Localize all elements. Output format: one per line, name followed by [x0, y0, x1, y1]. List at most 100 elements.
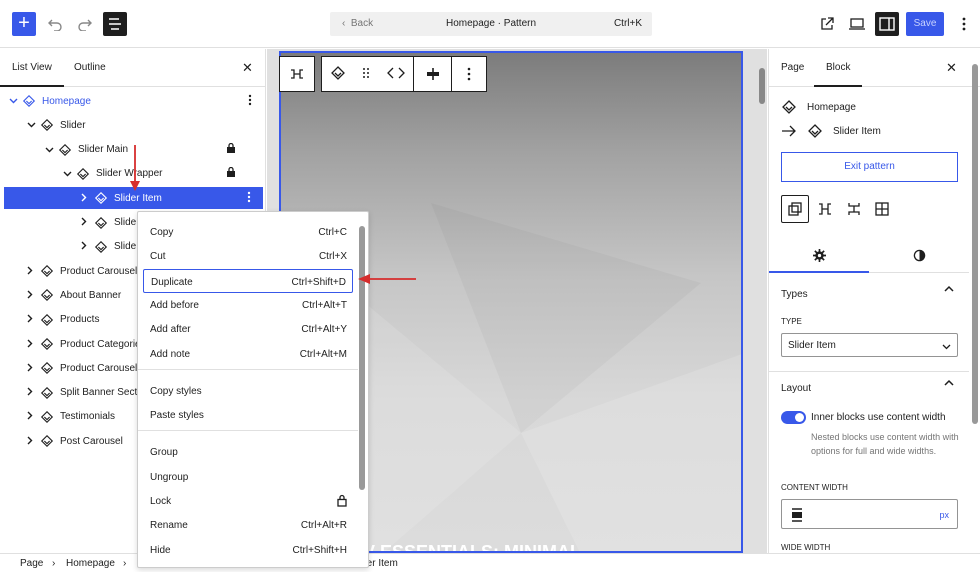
grid-icon[interactable] — [868, 195, 896, 223]
close-icon[interactable]: ✕ — [242, 60, 253, 76]
chevron-right-icon[interactable] — [27, 363, 33, 374]
chevron-up-icon[interactable] — [944, 379, 954, 390]
block-icon[interactable] — [330, 65, 345, 83]
save-button[interactable]: Save — [906, 12, 944, 36]
menu-scrollbar[interactable] — [359, 226, 365, 490]
content-width-input[interactable]: px — [781, 499, 958, 529]
desktop-icon[interactable] — [845, 12, 869, 36]
external-link-icon[interactable] — [815, 12, 839, 36]
command-palette-bar[interactable]: ‹ Back Homepage · Pattern Ctrl+K — [330, 12, 652, 36]
tab-outline[interactable]: Outline — [74, 62, 106, 73]
menu-item-add-after[interactable]: Add after Ctrl+Alt+Y — [143, 317, 353, 341]
tab-page[interactable]: Page — [781, 62, 804, 73]
sidebar-tabs: Page Block ✕ — [769, 49, 980, 87]
shortcut-hint: Ctrl+K — [613, 18, 642, 29]
menu-item-shortcut: Ctrl+Shift+H — [292, 544, 347, 556]
row-icon[interactable] — [811, 195, 839, 223]
menu-item-copy[interactable]: Copy Ctrl+C — [143, 220, 353, 244]
menu-item-cut[interactable]: Cut Ctrl+X — [143, 244, 353, 268]
chevron-up-icon[interactable] — [944, 285, 954, 296]
content-width-toggle[interactable] — [781, 411, 806, 424]
chevron-right-icon[interactable] — [81, 241, 87, 252]
stack-icon[interactable] — [840, 195, 868, 223]
block-icon — [58, 143, 72, 157]
redo-icon[interactable] — [73, 12, 97, 36]
list-view-item[interactable]: Homepage — [0, 90, 264, 112]
tab-list-view[interactable]: List View — [0, 62, 64, 87]
list-view-tabs: List View Outline ✕ — [0, 49, 265, 87]
menu-item-add-before[interactable]: Add before Ctrl+Alt+T — [143, 293, 353, 317]
menu-item-ungroup[interactable]: Ungroup — [143, 465, 353, 489]
block-icon — [40, 434, 54, 448]
scrollbar-thumb[interactable] — [759, 68, 765, 104]
menu-item-lock[interactable]: Lock — [143, 489, 353, 513]
block-icon — [94, 216, 108, 230]
code-icon[interactable] — [386, 67, 405, 82]
menu-item-paste-styles[interactable]: Paste styles — [143, 403, 353, 427]
chevron-down-icon[interactable] — [63, 169, 72, 179]
menu-item-label: Ungroup — [150, 471, 189, 483]
block-icon — [40, 288, 54, 302]
canvas-scrollbar[interactable] — [757, 50, 767, 553]
gear-icon[interactable] — [813, 249, 826, 265]
chevron-down-icon — [942, 342, 951, 353]
more-options-icon[interactable] — [248, 94, 252, 109]
breadcrumb-item[interactable]: Homepage — [66, 558, 115, 569]
sidebar-icon[interactable] — [875, 12, 899, 36]
menu-item-shortcut: Ctrl+X — [318, 251, 347, 263]
menu-item-copy-styles[interactable]: Copy styles — [143, 379, 353, 403]
more-options-icon[interactable] — [952, 12, 976, 36]
type-select-value: Slider Item — [788, 340, 836, 351]
menu-item-shortcut: Ctrl+C — [318, 227, 347, 238]
document-overview-icon[interactable] — [103, 12, 127, 36]
menu-item-duplicate[interactable]: Duplicate Ctrl+Shift+D — [143, 268, 353, 293]
menu-item-label: Group — [150, 447, 178, 459]
menu-item-label: Lock — [150, 496, 172, 507]
chevron-down-icon[interactable] — [45, 145, 54, 155]
group-icon[interactable] — [781, 195, 809, 223]
align-icon[interactable] — [413, 56, 451, 92]
chevron-right-icon[interactable] — [27, 411, 33, 422]
scrollbar-thumb[interactable] — [972, 64, 978, 424]
menu-item-rename[interactable]: Rename Ctrl+Alt+R — [143, 513, 353, 537]
close-icon[interactable]: ✕ — [946, 60, 957, 76]
document-title: Homepage · Pattern — [445, 18, 537, 29]
chevron-right-icon[interactable] — [81, 217, 87, 228]
pattern-icon[interactable] — [279, 56, 315, 92]
current-block-row: Slider Item — [781, 124, 881, 138]
types-panel-title[interactable]: Types — [781, 289, 808, 300]
menu-item-hide[interactable]: Hide Ctrl+Shift+H — [143, 538, 353, 562]
menu-item-add-note[interactable]: Add note Ctrl+Alt+M — [143, 342, 353, 366]
block-icon — [94, 191, 108, 205]
chevron-right-icon[interactable] — [27, 436, 33, 447]
breadcrumb-item[interactable]: Page — [20, 558, 43, 569]
more-options-icon[interactable] — [247, 191, 251, 206]
contrast-icon[interactable] — [913, 249, 926, 265]
more-icon[interactable] — [451, 56, 487, 92]
chevron-right-icon[interactable] — [27, 387, 33, 398]
chevron-down-icon[interactable] — [9, 96, 18, 106]
list-view-item-label: Product Carousel — [60, 265, 138, 277]
block-icon — [40, 337, 54, 351]
chevron-right-icon[interactable] — [27, 266, 33, 277]
tab-block[interactable]: Block — [813, 62, 864, 87]
chevron-down-icon[interactable] — [27, 120, 36, 130]
layout-panel-title[interactable]: Layout — [781, 383, 811, 394]
menu-item-shortcut: Ctrl+Alt+M — [299, 348, 347, 360]
chevron-right-icon[interactable] — [27, 314, 33, 325]
chevron-right-icon[interactable] — [27, 290, 33, 301]
plus-icon[interactable]: + — [12, 12, 36, 36]
list-view-item[interactable]: Slider — [0, 114, 264, 136]
type-select[interactable]: Slider Item — [781, 333, 958, 357]
parent-block-row[interactable]: Homepage — [781, 100, 856, 114]
sidebar-scrollbar[interactable] — [971, 50, 979, 553]
list-view-item-label: Slider Main — [78, 144, 129, 156]
undo-icon[interactable] — [43, 12, 67, 36]
chevron-right-icon[interactable] — [27, 339, 33, 350]
annotation-arrow-left — [358, 274, 416, 284]
chevron-right-icon[interactable] — [81, 193, 87, 204]
unit-select[interactable]: px — [939, 510, 949, 520]
drag-icon[interactable] — [362, 67, 370, 82]
menu-item-group[interactable]: Group — [143, 440, 353, 464]
exit-pattern-button[interactable]: Exit pattern — [781, 152, 958, 182]
